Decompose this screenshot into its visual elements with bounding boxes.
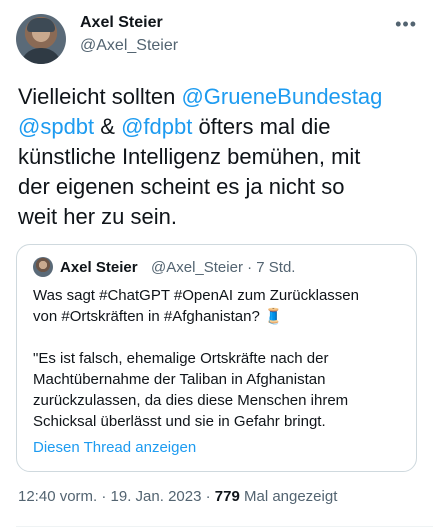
author-name[interactable]: Axel Steier <box>80 14 163 32</box>
show-thread-link[interactable]: Diesen Thread anzeigen <box>33 439 196 456</box>
divider <box>16 526 433 527</box>
avatar[interactable] <box>16 14 66 64</box>
quoted-tweet-text: Was sagt #ChatGPT #OpenAI zum Zurücklass… <box>33 287 359 430</box>
tweet-text-part: & <box>94 114 122 139</box>
quoted-avatar <box>33 257 53 277</box>
mention-gruene[interactable]: @GrueneBundestag <box>181 84 382 109</box>
author-handle[interactable]: @Axel_Steier <box>80 37 178 55</box>
quoted-author-name: Axel Steier <box>60 259 138 276</box>
avatar-cap <box>27 18 55 32</box>
quoted-tweet[interactable]: Axel Steier @Axel_Steier · 7 Std. Was sa… <box>16 244 417 472</box>
mention-fdpbt[interactable]: @fdpbt <box>121 114 192 139</box>
tweet-metadata: 12:40 vorm. · 19. Jan. 2023 · 779 Mal an… <box>18 488 337 505</box>
tweet-timestamp[interactable]: 12:40 vorm. · 19. Jan. 2023 · <box>18 488 215 505</box>
tweet-text: Vielleicht sollten @GrueneBundestag @spd… <box>18 82 422 232</box>
views-label: Mal angezeigt <box>239 488 338 505</box>
views-count: 779 <box>214 488 240 505</box>
avatar-shoulder <box>20 48 62 64</box>
tweet-text-part: Vielleicht sollten <box>18 84 182 109</box>
more-options-icon[interactable]: ••• <box>395 14 417 35</box>
quoted-author-handle: @Axel_Steier · 7 Std. <box>151 259 296 276</box>
mention-spdbt[interactable]: @spdbt <box>18 114 94 139</box>
